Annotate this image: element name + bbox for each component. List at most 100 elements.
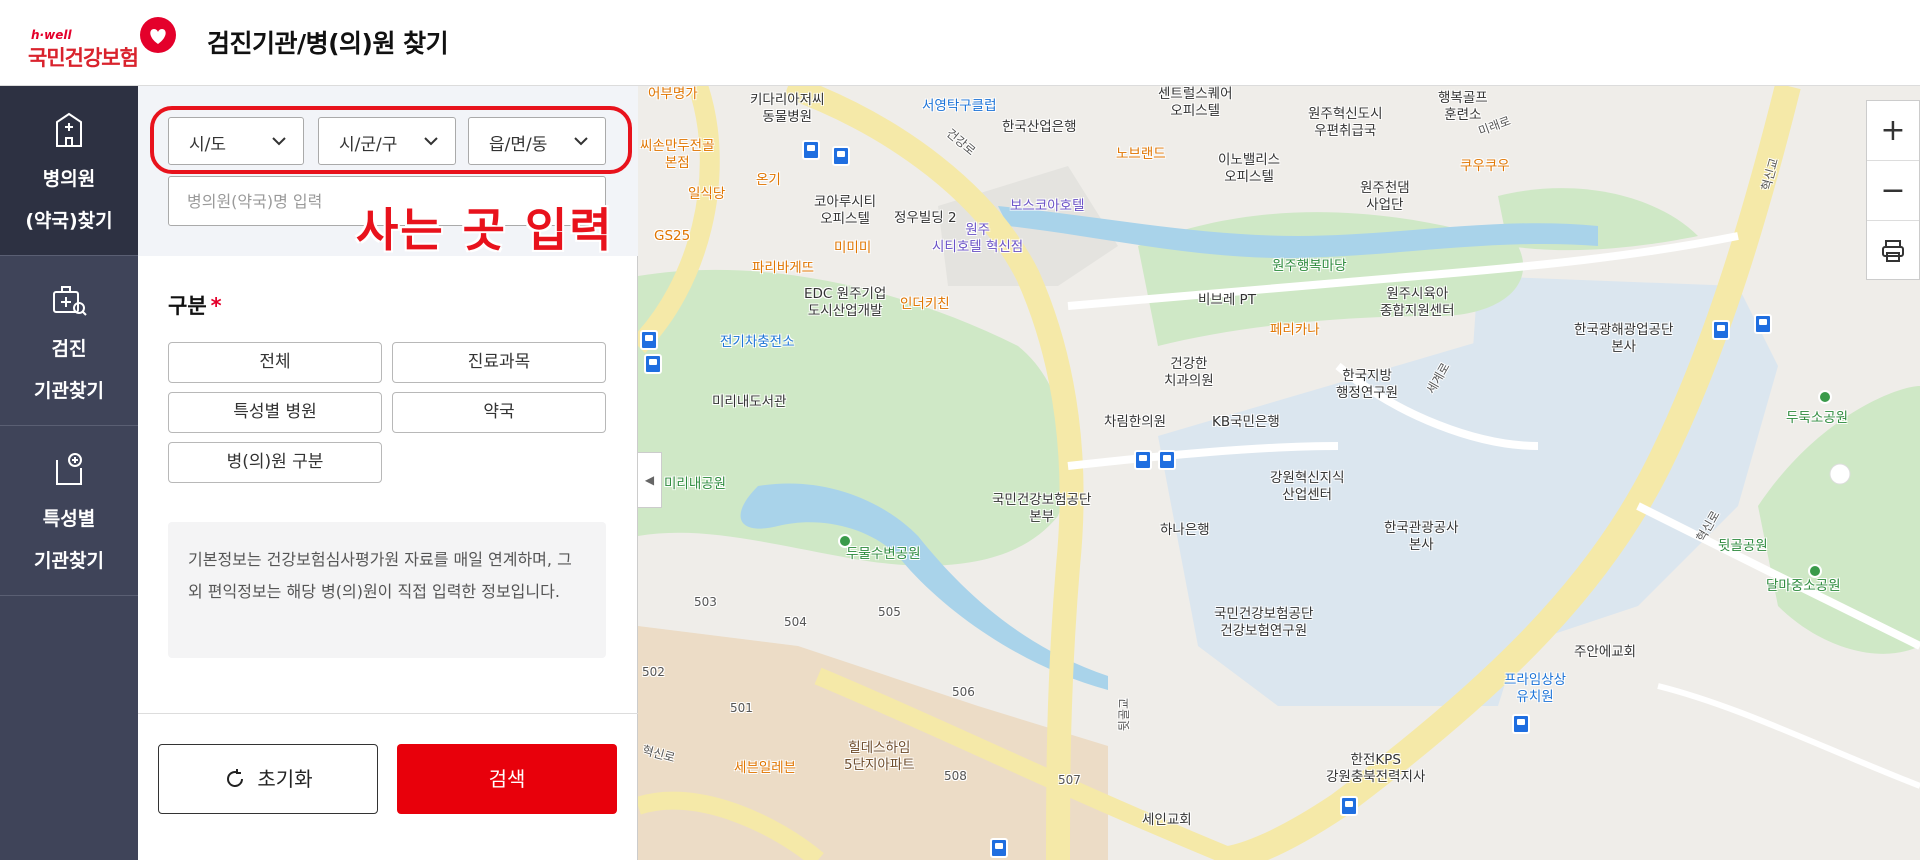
park-marker-icon[interactable] xyxy=(1808,564,1822,578)
page-title: 검진기관/병(의)원 찾기 xyxy=(207,29,449,58)
bus-stop-icon[interactable] xyxy=(1512,714,1530,734)
nav-label: 검진 기관찾기 xyxy=(34,338,104,402)
map-poi[interactable]: 원주 시티호텔 혁신점 xyxy=(932,222,1023,256)
map-poi[interactable]: KB국민은행 xyxy=(1212,414,1280,431)
annotation-highlight-ring xyxy=(150,106,632,174)
map-poi[interactable]: 세븐일레븐 xyxy=(734,760,796,777)
map-poi[interactable]: 한국지방 행정연구원 xyxy=(1336,368,1398,402)
map-poi[interactable]: 국민건강보험공단 본부 xyxy=(992,492,1091,526)
refresh-icon xyxy=(227,768,244,787)
map-poi[interactable]: 페리카나 xyxy=(1270,322,1320,339)
category-title: 구분 * xyxy=(168,294,222,318)
map-poi: 508 xyxy=(944,769,967,783)
category-all-button[interactable]: 전체 xyxy=(168,342,382,383)
map-poi[interactable]: 미미미 xyxy=(834,240,871,257)
print-button[interactable] xyxy=(1867,221,1919,281)
category-specialty-button[interactable]: 특성별 병원 xyxy=(168,392,382,433)
map-poi: 502 xyxy=(642,665,665,679)
top-header: h·well 국민건강보험 검진기관/병(의)원 찾기 xyxy=(0,0,1920,86)
bus-stop-icon[interactable] xyxy=(802,140,820,160)
map-poi: 507 xyxy=(1058,773,1081,787)
map-poi[interactable]: 노브랜드 xyxy=(1116,146,1166,163)
map-poi[interactable]: 키다리아저씨 동물병원 xyxy=(750,92,825,126)
bus-stop-icon[interactable] xyxy=(644,354,662,374)
bus-stop-icon[interactable] xyxy=(640,330,658,350)
map-poi[interactable]: 씨손만두전골 본점 xyxy=(640,138,715,172)
nhis-logo[interactable]: h·well 국민건강보험 xyxy=(28,17,178,70)
map-poi[interactable]: 하나은행 xyxy=(1160,522,1210,539)
map-poi[interactable]: 한국광해광업공단 본사 xyxy=(1574,322,1673,356)
map-poi[interactable]: GS25 xyxy=(654,228,690,245)
map-poi[interactable]: 코아루시티 오피스텔 xyxy=(814,194,876,228)
search-button[interactable]: 검색 xyxy=(397,744,617,814)
map-poi[interactable]: 두물수변공원 xyxy=(846,546,921,563)
collapse-panel-button[interactable]: ◀ xyxy=(638,452,662,508)
map-poi[interactable]: 미리내도서관 xyxy=(712,394,787,411)
nav-item-specialty-search[interactable]: 특성별 기관찾기 xyxy=(0,426,138,596)
map-poi: 503 xyxy=(694,595,717,609)
map-poi[interactable]: 인더키친 xyxy=(900,296,950,313)
map-poi[interactable]: 전기차충전소 xyxy=(720,334,795,351)
map-poi[interactable]: 비브레 PT xyxy=(1198,292,1256,309)
map-poi[interactable]: 한국관광공사 본사 xyxy=(1384,520,1459,554)
map-poi[interactable]: 두둑소공원 xyxy=(1786,410,1848,427)
bus-stop-icon[interactable] xyxy=(1754,314,1772,334)
map-poi[interactable]: 일식당 xyxy=(688,186,725,203)
zoom-in-button[interactable]: + xyxy=(1867,101,1919,161)
map-poi[interactable]: 원주시육아 종합지원센터 xyxy=(1380,286,1455,320)
map-poi[interactable]: 프라임상상 유치원 xyxy=(1504,672,1566,706)
map-poi[interactable]: 힐데스하임 5단지아파트 xyxy=(844,740,915,774)
map-poi: 뒷골교 xyxy=(1117,697,1132,732)
map-poi[interactable]: 강원혁신지식 산업센터 xyxy=(1270,470,1345,504)
category-pharmacy-button[interactable]: 약국 xyxy=(392,392,606,433)
bus-stop-icon[interactable] xyxy=(1158,450,1176,470)
map-poi: 504 xyxy=(784,615,807,629)
left-nav: 병의원 (약국)찾기 검진 기관찾기 특성별 기관찾기 xyxy=(0,86,138,860)
map-poi[interactable]: 원주천댐 사업단 xyxy=(1360,180,1410,214)
nav-item-hospital-search[interactable]: 병의원 (약국)찾기 xyxy=(0,86,138,256)
bus-stop-icon[interactable] xyxy=(1712,320,1730,340)
map-poi[interactable]: 건강한 치과의원 xyxy=(1164,356,1214,390)
map-poi[interactable]: 달마중소공원 xyxy=(1766,578,1841,595)
bus-stop-icon[interactable] xyxy=(832,146,850,166)
map-poi[interactable]: 온기 xyxy=(756,172,781,189)
park-marker-icon[interactable] xyxy=(838,534,852,548)
logo-text: 국민건강보험 xyxy=(28,46,139,70)
map-poi[interactable]: 어부명가 xyxy=(648,86,698,103)
map-poi[interactable]: 뒷골공원 xyxy=(1718,538,1768,555)
map-poi[interactable]: 원주혁신도시 우편취급국 xyxy=(1308,106,1383,140)
category-clinic-type-button[interactable]: 병(의)원 구분 xyxy=(168,442,382,483)
map-poi[interactable]: EDC 원주기업 도시산업개발 xyxy=(804,286,886,320)
map-poi[interactable]: 차림한의원 xyxy=(1104,414,1166,431)
nav-item-checkup-search[interactable]: 검진 기관찾기 xyxy=(0,256,138,426)
divider xyxy=(138,713,638,714)
map-poi: 501 xyxy=(730,701,753,715)
map-poi[interactable]: 센트럴스퀘어 오피스텔 xyxy=(1158,86,1233,120)
bus-stop-icon[interactable] xyxy=(1134,450,1152,470)
map-view[interactable]: 어부명가 키다리아저씨 동물병원 서영탁구클럽 한국산업은행 센트럴스퀘어 오피… xyxy=(638,86,1920,860)
nav-label: 병의원 (약국)찾기 xyxy=(25,168,113,232)
nav-label: 특성별 기관찾기 xyxy=(34,508,104,572)
category-department-button[interactable]: 진료과목 xyxy=(392,342,606,383)
map-poi[interactable]: 이노밸리스 오피스텔 xyxy=(1218,152,1280,186)
map-poi[interactable]: 한국산업은행 xyxy=(1002,119,1077,136)
clipboard-plus-icon xyxy=(56,453,82,485)
map-poi[interactable]: 서영탁구클럽 xyxy=(922,98,997,115)
map-poi[interactable]: 파리바게뜨 xyxy=(752,260,814,277)
map-poi[interactable]: 세인교회 xyxy=(1142,812,1192,829)
reset-button[interactable]: 초기화 xyxy=(158,744,378,814)
bus-stop-icon[interactable] xyxy=(1340,796,1358,816)
region-search-area: 시/도 시/군/구 읍/면/동 사는 곳 입력 xyxy=(138,86,638,257)
map-poi: 506 xyxy=(952,685,975,699)
map-poi[interactable]: 행복골프 훈련소 xyxy=(1438,90,1488,124)
map-poi[interactable]: 국민건강보험공단 건강보험연구원 xyxy=(1214,606,1313,640)
park-marker-icon[interactable] xyxy=(1818,390,1832,404)
zoom-out-button[interactable]: − xyxy=(1867,161,1919,221)
map-poi[interactable]: 미리내공원 xyxy=(664,476,726,493)
map-poi[interactable]: 쿠우쿠우 xyxy=(1460,158,1510,175)
bus-stop-icon[interactable] xyxy=(990,838,1008,858)
map-poi[interactable]: 원주행복마당 xyxy=(1272,258,1347,275)
map-poi[interactable]: 보스코아호텔 xyxy=(1010,198,1085,215)
map-poi[interactable]: 주안에교회 xyxy=(1574,644,1636,661)
map-poi[interactable]: 한전KPS 강원충북전력지사 xyxy=(1326,752,1425,786)
